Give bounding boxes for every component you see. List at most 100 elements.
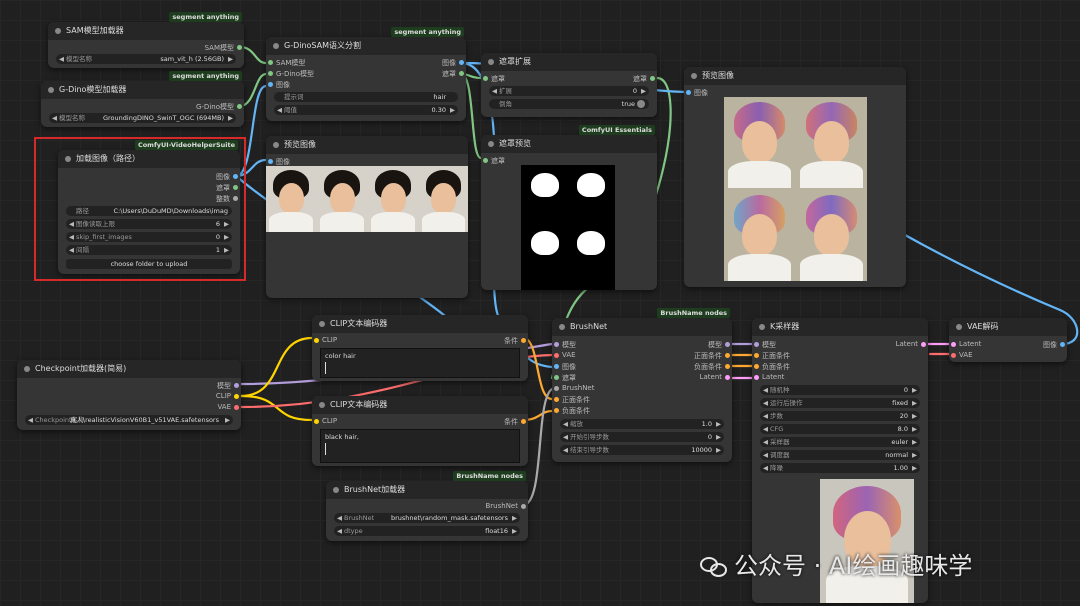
arrow-left-icon[interactable]: ◀	[763, 450, 768, 460]
brushnet-loader-title[interactable]: BrushNet加载器	[326, 481, 528, 499]
checkpoint-select[interactable]: ◀ Checkpoint名称 真人\realisticVisionV60B1_v…	[25, 415, 233, 425]
arrow-right-icon[interactable]: ▶	[912, 450, 917, 460]
arrow-left-icon[interactable]: ◀	[492, 86, 497, 96]
image-cap-stepper[interactable]: ◀ 图像读取上限 6 ▶	[66, 219, 232, 229]
threshold-stepper[interactable]: ◀ 阈值 0.30 ▶	[274, 105, 458, 115]
brushnet-input-vae[interactable]: VAE	[554, 351, 576, 359]
arrow-left-icon[interactable]: ◀	[69, 245, 74, 255]
taper-toggle[interactable]: 倒角 true	[489, 99, 649, 109]
brushnet-output-negative[interactable]: 负面条件	[694, 362, 730, 372]
mask-grow-input[interactable]: 遮罩	[483, 74, 505, 84]
clip-pos-title[interactable]: CLIP文本编码器	[312, 315, 528, 333]
arrow-left-icon[interactable]: ◀	[69, 219, 74, 229]
arrow-left-icon[interactable]: ◀	[337, 526, 342, 536]
clip-neg-output[interactable]: 条件	[504, 417, 526, 427]
gdino-sam-output-mask[interactable]: 遮罩	[442, 69, 464, 79]
scheduler-select[interactable]: ◀ 调度器 normal ▶	[760, 450, 920, 460]
arrow-left-icon[interactable]: ◀	[52, 113, 57, 123]
negative-prompt-textarea[interactable]: black hair,	[320, 429, 520, 463]
preview1-title[interactable]: 预览图像	[266, 136, 468, 154]
arrow-left-icon[interactable]: ◀	[563, 432, 568, 442]
sam-loader-title[interactable]: SAM模型加载器	[48, 22, 244, 40]
mask-preview-title[interactable]: 遮罩预览	[481, 135, 657, 153]
brushnet-output-model[interactable]: 模型	[708, 340, 730, 350]
checkpoint-output-vae[interactable]: VAE	[217, 403, 239, 411]
positive-prompt-textarea[interactable]: color hair	[320, 348, 520, 378]
brushnet-input-image[interactable]: 图像	[554, 362, 576, 372]
brushnet-loader-node[interactable]: BrushName nodes BrushNet加载器 BrushNet ◀ B…	[326, 471, 528, 541]
arrow-right-icon[interactable]: ▶	[912, 385, 917, 395]
mask-grow-output[interactable]: 遮罩	[633, 74, 655, 84]
clip-neg-input[interactable]: CLIP	[313, 417, 337, 425]
after-generate-select[interactable]: ◀ 运行后操作 fixed ▶	[760, 398, 920, 408]
arrow-right-icon[interactable]: ▶	[912, 463, 917, 473]
arrow-right-icon[interactable]: ▶	[912, 411, 917, 421]
brushnet-title[interactable]: BrushNet	[552, 318, 732, 336]
arrow-right-icon[interactable]: ▶	[512, 526, 517, 536]
end-step-stepper[interactable]: ◀ 结束引导步数 10000 ▶	[560, 445, 724, 455]
gdino-sam-input-sam[interactable]: SAM模型	[267, 58, 305, 68]
choose-folder-button[interactable]: choose folder to upload	[66, 259, 232, 269]
brushnet-output-positive[interactable]: 正面条件	[694, 351, 730, 361]
denoise-stepper[interactable]: ◀ 降噪 1.00 ▶	[760, 463, 920, 473]
gdino-sam-input-gdino[interactable]: G-Dino模型	[267, 69, 314, 79]
sam-loader-node[interactable]: segment anything SAM模型加载器 SAM模型 ◀ 模型名称 s…	[48, 12, 244, 68]
sampler-select[interactable]: ◀ 采样器 euler ▶	[760, 437, 920, 447]
expand-stepper[interactable]: ◀ 扩展 0 ▶	[489, 86, 649, 96]
checkpoint-output-model[interactable]: 模型	[217, 381, 239, 391]
preview2-input-image[interactable]: 图像	[686, 88, 708, 98]
arrow-right-icon[interactable]: ▶	[716, 445, 721, 455]
ksampler-input-negative[interactable]: 负面条件	[754, 362, 790, 372]
preview-image-node-2[interactable]: 预览图像 图像	[684, 67, 906, 287]
scale-stepper[interactable]: ◀ 缩放 1.0 ▶	[560, 419, 724, 429]
vae-decode-input-latent[interactable]: Latent	[950, 340, 981, 348]
brushnet-node[interactable]: BrushName nodes BrushNet 模型 VAE 图像 遮罩 Br…	[552, 308, 732, 462]
arrow-left-icon[interactable]: ◀	[69, 232, 74, 242]
ksampler-input-latent[interactable]: Latent	[753, 373, 784, 381]
arrow-left-icon[interactable]: ◀	[763, 385, 768, 395]
arrow-left-icon[interactable]: ◀	[763, 437, 768, 447]
brushnet-input-brushnet[interactable]: BrushNet	[554, 384, 595, 392]
arrow-right-icon[interactable]: ▶	[224, 245, 229, 255]
load-images-output-mask[interactable]: 遮罩	[216, 183, 238, 193]
cfg-stepper[interactable]: ◀ CFG 8.0 ▶	[760, 424, 920, 434]
vae-decode-input-vae[interactable]: VAE	[951, 351, 973, 359]
ksampler-title[interactable]: K采样器	[752, 318, 928, 336]
clip-pos-input[interactable]: CLIP	[313, 336, 337, 344]
select-every-stepper[interactable]: ◀ 间隔 1 ▶	[66, 245, 232, 255]
arrow-right-icon[interactable]: ▶	[450, 105, 455, 115]
clip-pos-output[interactable]: 条件	[504, 336, 526, 346]
clip-neg-title[interactable]: CLIP文本编码器	[312, 396, 528, 414]
preview2-title[interactable]: 预览图像	[684, 67, 906, 85]
arrow-right-icon[interactable]: ▶	[225, 415, 230, 425]
load-images-output-int[interactable]: 整数	[216, 194, 238, 204]
gdino-loader-node[interactable]: segment anything G-Dino模型加载器 G-Dino模型 ◀ …	[41, 71, 244, 127]
path-field[interactable]: 路径 C:\Users\DuDuMD\Downloads\imag	[66, 206, 232, 216]
gdino-model-select[interactable]: ◀ 模型名称 GroundingDINO_SwinT_OGC (694MB) ▶	[49, 113, 236, 123]
arrow-left-icon[interactable]: ◀	[277, 105, 282, 115]
clip-encoder-positive-node[interactable]: CLIP文本编码器 CLIP 条件 color hair	[312, 315, 528, 381]
arrow-right-icon[interactable]: ▶	[912, 437, 917, 447]
mask-preview-node[interactable]: ComfyUI Essentials 遮罩预览 遮罩	[481, 125, 657, 290]
gdino-loader-output[interactable]: G-Dino模型	[196, 102, 243, 112]
arrow-right-icon[interactable]: ▶	[224, 219, 229, 229]
vae-decode-output-image[interactable]: 图像	[1043, 340, 1065, 350]
gdino-loader-title[interactable]: G-Dino模型加载器	[41, 81, 244, 99]
arrow-right-icon[interactable]: ▶	[224, 232, 229, 242]
arrow-right-icon[interactable]: ▶	[228, 54, 233, 64]
sam-loader-output[interactable]: SAM模型	[205, 43, 243, 53]
brushnet-input-model[interactable]: 模型	[554, 340, 576, 350]
arrow-left-icon[interactable]: ◀	[763, 424, 768, 434]
skip-first-stepper[interactable]: ◀ skip_first_images 0 ▶	[66, 232, 232, 242]
mask-preview-input[interactable]: 遮罩	[483, 156, 505, 166]
checkpoint-title[interactable]: Checkpoint加载器(简易)	[17, 360, 241, 378]
brushnet-input-positive[interactable]: 正面条件	[554, 395, 590, 405]
ksampler-output-latent[interactable]: Latent	[896, 340, 927, 348]
prompt-field[interactable]: 提示词 hair	[274, 92, 458, 102]
vae-decode-title[interactable]: VAE解码	[949, 318, 1067, 336]
arrow-left-icon[interactable]: ◀	[563, 445, 568, 455]
arrow-right-icon[interactable]: ▶	[641, 86, 646, 96]
arrow-right-icon[interactable]: ▶	[716, 432, 721, 442]
load-images-title[interactable]: 加载图像（路径）	[58, 150, 240, 168]
brushnet-input-negative[interactable]: 负面条件	[554, 406, 590, 416]
